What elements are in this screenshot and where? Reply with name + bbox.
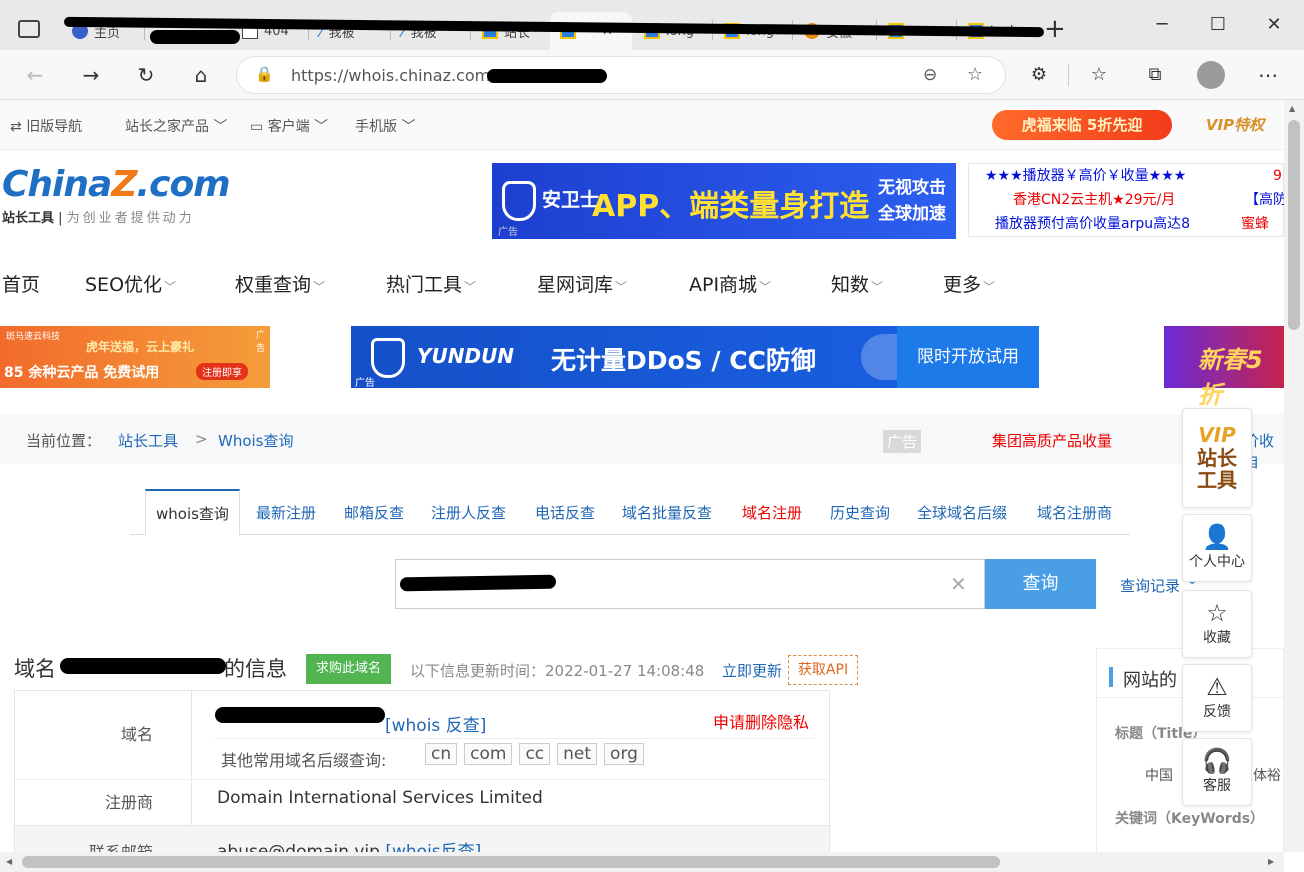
tab-registrar[interactable]: 域名注册商: [1037, 502, 1112, 523]
whois-table: 域名 [whois 反查] 申请删除隐私 其他常用域名后缀查询: cn com cc…: [14, 690, 830, 862]
nav-api[interactable]: API商城 ﹀: [689, 270, 771, 297]
redaction-mark: [60, 658, 226, 674]
lock-icon[interactable]: 🔒: [255, 65, 274, 83]
ad-banner-app[interactable]: 安卫士 APP、端类量身打造 无视攻击 全球加速 广告: [492, 163, 956, 239]
tab-phone-reverse[interactable]: 电话反查: [535, 502, 595, 523]
ad-tag: 广告: [883, 430, 922, 453]
customer-service-button[interactable]: 🎧 客服: [1182, 738, 1252, 806]
ad-banner-cloud[interactable]: 斑马速云科技 虎年送福，云上豪礼 85 余种云产品 免费试用 注册即享 广告: [0, 326, 270, 388]
nav-more[interactable]: 更多 ﹀: [943, 270, 995, 297]
clear-icon[interactable]: ✕: [950, 572, 967, 596]
buy-domain-button[interactable]: 求购此域名: [306, 654, 391, 684]
scroll-thumb[interactable]: [22, 856, 1000, 868]
home-icon[interactable]: ⌂: [186, 60, 216, 90]
vip-tools-button[interactable]: VIP 站长 工具: [1182, 408, 1252, 508]
suffix-link[interactable]: cn: [425, 743, 458, 765]
redaction-mark: [215, 707, 385, 723]
text-ads: ★★★播放器￥高价￥收量★★★ 9 香港CN2云主机★29元/月 【高防 播放器…: [968, 163, 1287, 237]
update-time: 以下信息更新时间：2022-01-27 14:08:48: [410, 662, 705, 680]
breadcrumb-current-link[interactable]: Whois查询: [218, 430, 294, 451]
close-window-button[interactable]: ✕: [1256, 10, 1292, 40]
add-favorite-icon[interactable]: ☆: [967, 64, 983, 85]
whois-tabs: whois查询 最新注册 邮箱反查 注册人反查 电话反查 域名批量反查 域名注册…: [130, 489, 1130, 536]
horizontal-scrollbar[interactable]: ◀ ▶: [0, 852, 1284, 872]
text-ad-link[interactable]: 香港CN2云主机★29元/月: [1013, 188, 1175, 212]
scroll-thumb[interactable]: [1288, 120, 1300, 330]
tab-registrant-reverse[interactable]: 注册人反查: [431, 502, 506, 523]
breadcrumb-home-link[interactable]: 站长工具: [118, 430, 178, 451]
main-nav: 首页 SEO优化 ﹀ 权重查询 ﹀ 热门工具 ﹀ 星网词库 ﹀ API商城 ﹀ 知数 ﹀ 更…: [0, 262, 1284, 306]
old-nav-link[interactable]: ⇄ 旧版导航: [10, 116, 82, 136]
profile-icon[interactable]: [1197, 61, 1225, 89]
feedback-icon: ⚠: [1206, 673, 1228, 701]
nav-hot-tools[interactable]: 热门工具 ﹀: [386, 270, 476, 297]
refresh-now-link[interactable]: 立即更新: [722, 660, 782, 681]
headset-icon: 🎧: [1202, 747, 1232, 775]
nav-seo[interactable]: SEO优化 ﹀: [85, 270, 176, 297]
url-text: https://whois.chinaz.com/: [291, 66, 496, 85]
nav-keywords[interactable]: 星网词库 ﹀: [537, 270, 627, 297]
breadcrumb: 当前位置： 站长工具 > Whois查询 广告 集团高质产品收量 价收自: [0, 414, 1284, 471]
promo-banner[interactable]: 虎福来临 5折先迎: [992, 110, 1172, 140]
whois-reverse-link[interactable]: [whois 反查]: [385, 711, 486, 736]
tab-actions-icon[interactable]: [18, 20, 40, 38]
nav-weight[interactable]: 权重查询 ﹀: [235, 270, 325, 297]
favorites-icon[interactable]: ☆: [1084, 60, 1114, 90]
maximize-button[interactable]: ☐: [1200, 10, 1236, 40]
suffix-link[interactable]: cc: [519, 743, 551, 765]
vip-link[interactable]: VIP特权: [1190, 112, 1280, 138]
suffix-link[interactable]: net: [557, 743, 598, 765]
redaction-mark: [487, 69, 607, 83]
client-menu[interactable]: ▭ 客户端 ﹀: [250, 116, 328, 136]
browser-tab-bar: 主页 404 ⁄我被 ⁄我被 站长 ✕ long long 安徽 www tas…: [0, 0, 1304, 50]
tab-global-suffix[interactable]: 全球域名后缀: [917, 502, 1007, 523]
redaction-mark: [399, 574, 557, 592]
forward-icon[interactable]: →: [76, 60, 106, 90]
suffix-link[interactable]: com: [464, 743, 513, 765]
tab-newest[interactable]: 最新注册: [256, 502, 316, 523]
more-icon[interactable]: ⋯: [1253, 60, 1283, 90]
vertical-scrollbar[interactable]: ▲: [1284, 100, 1304, 852]
feedback-button[interactable]: ⚠ 反馈: [1182, 664, 1252, 732]
ad-banner-spring[interactable]: 新春5折: [1164, 326, 1284, 409]
shield-icon: [371, 338, 405, 378]
domain-search-input[interactable]: ✕: [395, 559, 985, 609]
registrar-value: Domain International Services Limited: [217, 788, 543, 808]
zoom-icon[interactable]: ⊖: [923, 65, 937, 85]
tab-whois[interactable]: whois查询: [145, 489, 240, 536]
new-tab-button[interactable]: +: [1044, 14, 1066, 44]
site-top-nav: ⇄ 旧版导航 站长之家产品 ﹀ ▭ 客户端 ﹀ 手机版 ﹀ 虎福来临 5折先迎 …: [0, 100, 1284, 150]
search-button[interactable]: 查询: [985, 559, 1096, 609]
tab-email-reverse[interactable]: 邮箱反查: [344, 502, 404, 523]
text-ad-link[interactable]: ★★★播放器￥高价￥收量★★★: [985, 164, 1186, 188]
get-api-button[interactable]: 获取API: [788, 655, 858, 685]
refresh-icon[interactable]: ↻: [131, 60, 161, 90]
nav-home[interactable]: 首页: [2, 270, 40, 297]
suffix-list: cn com cc net org: [425, 743, 651, 765]
suffix-link[interactable]: org: [604, 743, 644, 765]
star-icon: ☆: [1206, 599, 1228, 627]
ad-banner-yundun[interactable]: YUNDUN 无计量DDoS / CC防御 限时开放试用 广告: [351, 326, 1039, 389]
address-toolbar: ← → ↻ ⌂ 🔒 https://whois.chinaz.com/ ⊖ ☆ …: [0, 50, 1304, 100]
extensions-icon[interactable]: ⚙: [1024, 60, 1054, 90]
address-input[interactable]: 🔒 https://whois.chinaz.com/ ⊖ ☆: [236, 56, 1006, 94]
user-center-button[interactable]: 👤 个人中心: [1182, 514, 1252, 582]
tab-history[interactable]: 历史查询: [830, 502, 890, 523]
shield-icon: [502, 181, 536, 221]
remove-privacy-link[interactable]: 申请删除隐私: [713, 709, 809, 733]
collections-icon[interactable]: ⧉: [1140, 60, 1170, 90]
back-icon[interactable]: ←: [20, 60, 50, 90]
user-icon: 👤: [1202, 523, 1232, 551]
minimize-button[interactable]: ─: [1144, 10, 1180, 40]
mobile-menu[interactable]: 手机版 ﹀: [355, 116, 415, 136]
redaction-mark: [150, 30, 240, 44]
favorite-button[interactable]: ☆ 收藏: [1182, 590, 1252, 658]
text-ad-link[interactable]: 集团高质产品收量: [992, 430, 1112, 451]
products-menu[interactable]: 站长之家产品 ﹀: [125, 116, 227, 136]
tab-register[interactable]: 域名注册: [742, 502, 802, 523]
text-ad-link[interactable]: 播放器预付高价收量arpu高达8: [995, 212, 1190, 236]
nav-zhishu[interactable]: 知数 ﹀: [831, 270, 883, 297]
tab-batch-reverse[interactable]: 域名批量反查: [622, 502, 712, 523]
site-logo[interactable]: ChinaZ.com 站长工具 | 为创业者提供动力: [2, 164, 232, 234]
